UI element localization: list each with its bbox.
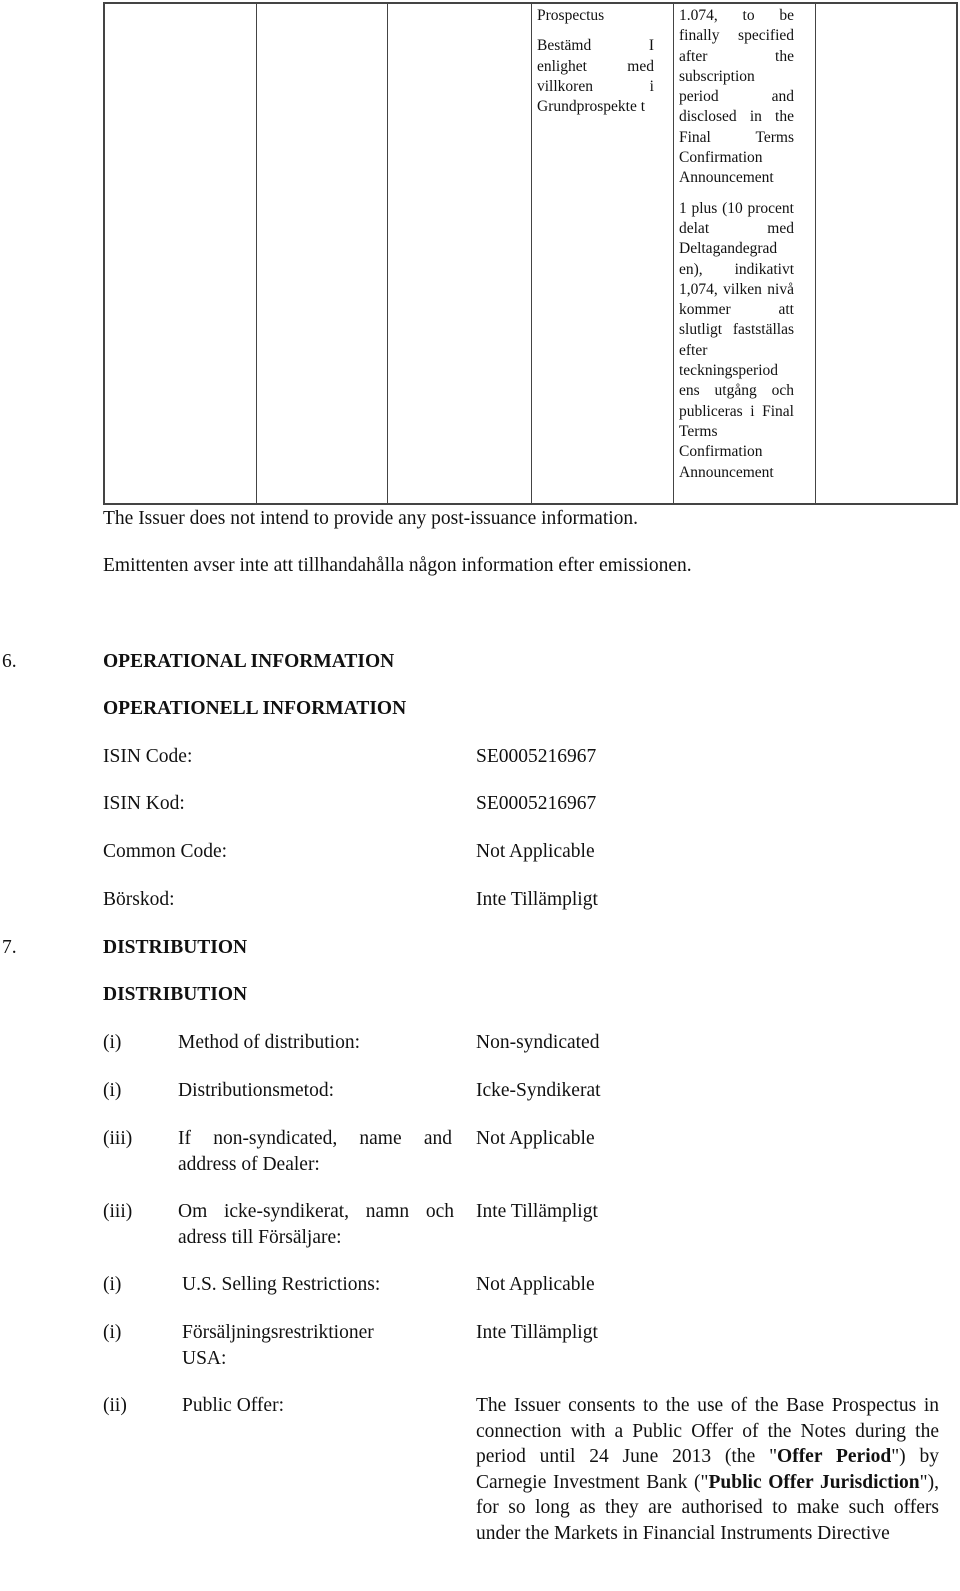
dealer-value: Not Applicable bbox=[476, 1128, 595, 1149]
us-selling-restrictions-label: U.S. Selling Restrictions: bbox=[182, 1274, 381, 1295]
table-label-cell: Prospectus Bestämd I enlighet med villko… bbox=[537, 6, 654, 117]
forsaljare-value: Inte Tillämpligt bbox=[476, 1201, 598, 1222]
forsaljningsrestriktioner-label: Försäljningsrestriktioner USA: bbox=[182, 1322, 374, 1369]
public-offer-label: Public Offer: bbox=[182, 1395, 284, 1416]
dist-row-enum: (i) bbox=[103, 1032, 122, 1053]
borskod-label: Börskod: bbox=[103, 889, 175, 910]
dist-row-enum: (i) bbox=[103, 1322, 122, 1343]
section6-number: 6. bbox=[2, 651, 17, 672]
terms-table: Prospectus Bestämd I enlighet med villko… bbox=[103, 2, 958, 505]
table-value-cell: 1.074, to be finally specified after the… bbox=[679, 6, 794, 483]
table-divider bbox=[256, 4, 257, 503]
public-offer-value: The Issuer consents to the use of the Ba… bbox=[476, 1393, 939, 1546]
method-of-distribution-value: Non-syndicated bbox=[476, 1032, 600, 1053]
table-divider bbox=[815, 4, 816, 503]
method-of-distribution-label: Method of distribution: bbox=[178, 1032, 360, 1053]
post-issuance-sv: Emittenten avser inte att tillhandahålla… bbox=[103, 555, 692, 576]
label-sv: Bestämd I enlighet med villkoren i Grund… bbox=[537, 37, 654, 116]
isin-code-value: SE0005216967 bbox=[476, 746, 597, 767]
isin-code-label: ISIN Code: bbox=[103, 746, 193, 767]
table-divider bbox=[673, 4, 674, 503]
public-offer-enum: (ii) bbox=[103, 1395, 127, 1416]
section6-title-sv: OPERATIONELL INFORMATION bbox=[103, 698, 407, 719]
section6-title-en: OPERATIONAL INFORMATION bbox=[103, 651, 395, 672]
distributionsmetod-value: Icke-Syndikerat bbox=[476, 1080, 601, 1101]
section7-title-en: DISTRIBUTION bbox=[103, 937, 248, 958]
distributionsmetod-label: Distributionsmetod: bbox=[178, 1080, 334, 1101]
common-code-label: Common Code: bbox=[103, 841, 228, 862]
dist-row-enum: (iii) bbox=[103, 1128, 133, 1149]
post-issuance-en: The Issuer does not intend to provide an… bbox=[103, 508, 639, 529]
isin-kod-value: SE0005216967 bbox=[476, 793, 597, 814]
offer-period-term: Offer Period bbox=[777, 1446, 892, 1467]
forsaljare-label: Om icke-syndikerat, namn och adress till… bbox=[178, 1201, 454, 1248]
borskod-value: Inte Tillämpligt bbox=[476, 889, 598, 910]
table-divider bbox=[387, 4, 388, 503]
dist-row-enum: (i) bbox=[103, 1080, 122, 1101]
isin-kod-label: ISIN Kod: bbox=[103, 793, 185, 814]
section7-number: 7. bbox=[2, 937, 17, 958]
dealer-label: If non-syndicated, name and address of D… bbox=[178, 1128, 452, 1175]
section7-title-sv: DISTRIBUTION bbox=[103, 984, 248, 1005]
public-offer-jurisdiction-term: Public Offer Jurisdiction bbox=[708, 1471, 920, 1493]
value-en: 1.074, to be finally specified after the… bbox=[679, 7, 794, 187]
dist-row-enum: (iii) bbox=[103, 1201, 133, 1222]
table-divider bbox=[531, 4, 532, 503]
label-en: Prospectus bbox=[537, 7, 605, 24]
value-sv: 1 plus (10 procent delat med Deltagandeg… bbox=[679, 199, 794, 481]
us-selling-restrictions-value: Not Applicable bbox=[476, 1274, 595, 1295]
dist-row-enum: (i) bbox=[103, 1274, 122, 1295]
common-code-value: Not Applicable bbox=[476, 841, 595, 862]
forsaljningsrestriktioner-value: Inte Tillämpligt bbox=[476, 1322, 598, 1343]
